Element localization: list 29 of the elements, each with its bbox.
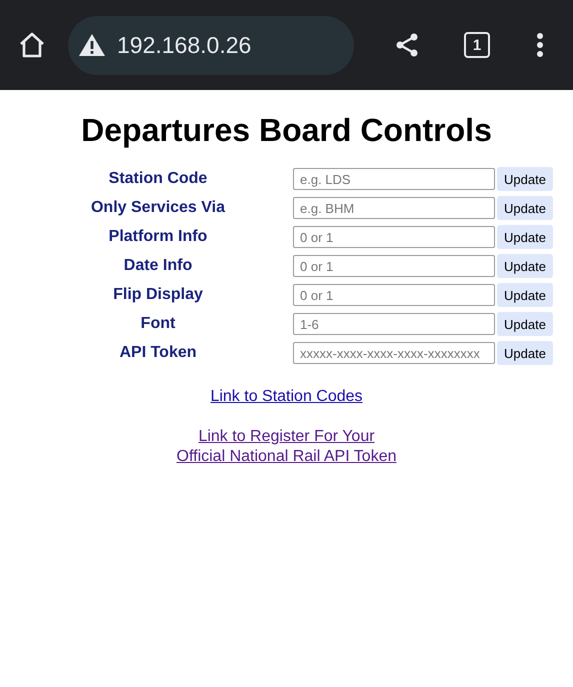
- input-field[interactable]: xxxxx-xxxx-xxxx-xxxx-xxxxxxxx: [293, 342, 495, 364]
- page-title: Departures Board Controls: [81, 112, 492, 149]
- input-field[interactable]: e.g. LDS: [293, 168, 495, 190]
- input-field[interactable]: 0 or 1: [293, 226, 495, 248]
- update-button[interactable]: Update: [497, 312, 553, 336]
- update-button[interactable]: Update: [497, 167, 553, 191]
- share-icon[interactable]: [394, 32, 420, 58]
- url-text: 192.168.0.26: [117, 32, 252, 58]
- input-field[interactable]: 1-6: [293, 313, 495, 335]
- update-button[interactable]: Update: [497, 225, 553, 249]
- input-field[interactable]: 0 or 1: [293, 284, 495, 306]
- link[interactable]: Link to Station Codes: [210, 387, 363, 407]
- input-field[interactable]: 0 or 1: [293, 255, 495, 277]
- update-button[interactable]: Update: [497, 283, 553, 307]
- setting-label: Date Info: [124, 257, 192, 275]
- setting-label: Station Code: [108, 170, 208, 188]
- input-field[interactable]: e.g. BHM: [293, 197, 495, 219]
- setting-label: Flip Display: [113, 286, 203, 304]
- setting-label: Platform Info: [108, 228, 208, 246]
- menu-icon[interactable]: [536, 32, 544, 58]
- address-bar[interactable]: 192.168.0.26: [68, 16, 354, 74]
- tab-count[interactable]: 1: [464, 32, 490, 58]
- setting-label: Font: [140, 315, 176, 333]
- link[interactable]: Link to Register For Your Official National Rail API Token: [176, 427, 396, 467]
- setting-label: API Token: [119, 344, 197, 362]
- update-button[interactable]: Update: [497, 254, 553, 278]
- update-button[interactable]: Update: [497, 196, 553, 220]
- update-button[interactable]: Update: [497, 341, 553, 365]
- setting-label: Only Services Via: [90, 199, 225, 217]
